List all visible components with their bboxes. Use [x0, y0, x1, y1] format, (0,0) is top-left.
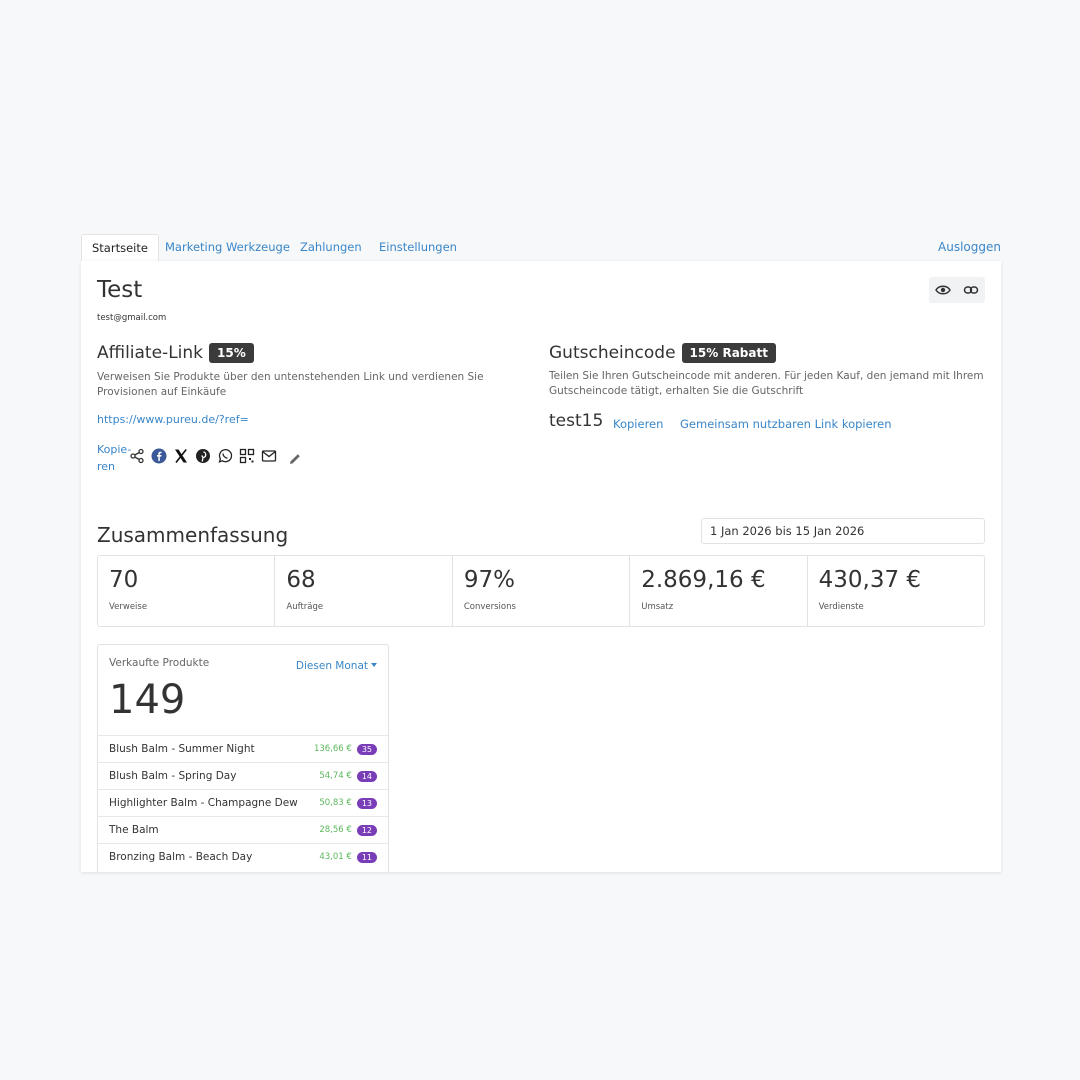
copy-share-link-button[interactable]: Gemeinsam nutzbaren Link kopieren — [680, 417, 892, 431]
stat-value: 68 — [286, 567, 316, 593]
products-sold-panel: Verkaufte Produkte Diesen Monat 149 Blus… — [97, 644, 389, 872]
stat-conversions: 97% Conversions — [453, 556, 631, 626]
tab-startseite[interactable]: Startseite — [81, 234, 159, 263]
stat-value: 430,37 € — [818, 567, 922, 593]
product-name: Blush Balm - Summer Night — [109, 743, 255, 755]
stat-label: Umsatz — [641, 602, 674, 612]
list-item[interactable]: Blush Balm - Spring Day 54,74 € 14 — [98, 762, 388, 789]
coupon-section-title: Gutscheincode 15% Rabatt — [549, 343, 776, 363]
stat-verweise: 70 Verweise — [98, 556, 276, 626]
coupon-code: test15 — [549, 411, 604, 431]
product-qty-badge: 35 — [356, 743, 377, 755]
product-revenue: 43,01 € — [319, 852, 352, 862]
pinterest-icon[interactable] — [195, 448, 211, 464]
affiliate-copy-button[interactable]: Kopie- ren — [97, 441, 131, 475]
products-count: 149 — [109, 677, 186, 723]
product-name: Blush Balm - Spring Day — [109, 770, 237, 782]
stat-label: Verdienste — [818, 602, 864, 612]
pencil-icon[interactable] — [287, 451, 303, 467]
tab-bar: Startseite Marketing Werkzeuge Zahlungen… — [81, 234, 1001, 263]
facebook-icon[interactable] — [151, 448, 167, 464]
summary-title: Zusammenfassung — [97, 523, 289, 547]
stat-value: 70 — [109, 567, 139, 593]
logout-link[interactable]: Ausloggen — [938, 234, 1001, 260]
list-item[interactable]: Blush Balm - Summer Night 136,66 € 35 — [98, 735, 388, 762]
product-revenue: 28,56 € — [319, 825, 352, 835]
copy-label-line-2: ren — [97, 460, 116, 473]
affiliate-url[interactable]: https://www.pureu.de/?ref= — [97, 413, 249, 426]
coupon-copy-button[interactable]: Kopieren — [613, 417, 663, 431]
share-icon[interactable] — [129, 448, 145, 464]
product-list: Blush Balm - Summer Night 136,66 € 35 Bl… — [98, 735, 388, 870]
products-title: Verkaufte Produkte — [109, 657, 210, 669]
stat-label: Conversions — [463, 602, 516, 612]
qr-code-icon[interactable] — [239, 448, 255, 464]
coupon-description: Teilen Sie Ihren Gutscheincode mit ander… — [549, 370, 984, 397]
link-icon[interactable] — [963, 282, 979, 298]
stat-label: Verweise — [109, 602, 148, 612]
commission-badge: 15% — [209, 343, 254, 363]
stat-auftraege: 68 Aufträge — [275, 556, 453, 626]
tab-zahlungen[interactable]: Zahlungen — [300, 234, 362, 262]
product-name: Bronzing Balm - Beach Day — [109, 851, 253, 863]
affiliate-title: Affiliate-Link — [97, 343, 204, 363]
stat-umsatz: 2.869,16 € Umsatz — [630, 556, 808, 626]
list-item[interactable]: Highlighter Balm - Champagne Dew 50,83 €… — [98, 789, 388, 816]
product-qty-badge: 12 — [356, 824, 377, 836]
affiliate-section-title: Affiliate-Link 15% — [97, 343, 254, 363]
whatsapp-icon[interactable] — [217, 448, 233, 464]
coupon-title: Gutscheincode — [549, 343, 676, 363]
product-qty-badge: 11 — [356, 851, 377, 863]
mail-icon[interactable] — [261, 448, 277, 464]
product-name: Highlighter Balm - Champagne Dew — [109, 797, 298, 809]
eye-icon[interactable] — [935, 282, 951, 298]
date-range-picker[interactable]: 1 Jan 2026 bis 15 Jan 2026 — [701, 518, 985, 544]
tab-marketing-werkzeuge[interactable]: Marketing Werkzeuge — [165, 234, 290, 262]
tab-einstellungen[interactable]: Einstellungen — [379, 234, 457, 262]
copy-label-line-1: Kopie- — [97, 443, 132, 456]
list-item[interactable]: Bronzing Balm - Beach Day 43,01 € 11 — [98, 843, 388, 870]
dashboard-card: Test test@gmail.com Affiliate-Link 15% V… — [81, 261, 1001, 872]
header-actions — [929, 277, 985, 303]
period-dropdown[interactable]: Diesen Monat — [296, 660, 377, 672]
profile-email: test@gmail.com — [97, 313, 167, 323]
product-revenue: 54,74 € — [319, 771, 352, 781]
list-item[interactable]: The Balm 28,56 € 12 — [98, 816, 388, 843]
product-qty-badge: 14 — [356, 770, 377, 782]
discount-badge: 15% Rabatt — [681, 343, 776, 363]
stat-label: Aufträge — [286, 602, 324, 612]
stats-row: 70 Verweise 68 Aufträge 97% Conversions … — [97, 555, 985, 627]
product-revenue: 50,83 € — [319, 798, 352, 808]
stat-value: 2.869,16 € — [641, 567, 766, 593]
product-name: The Balm — [109, 824, 159, 836]
x-icon[interactable] — [173, 448, 189, 464]
profile-name: Test — [97, 277, 143, 303]
stat-verdienste: 430,37 € Verdienste — [808, 556, 984, 626]
stat-value: 97% — [463, 567, 515, 593]
share-buttons — [129, 445, 303, 467]
product-qty-badge: 13 — [356, 797, 377, 809]
product-revenue: 136,66 € — [313, 744, 352, 754]
affiliate-description: Verweisen Sie Produkte über den untenste… — [97, 371, 484, 398]
